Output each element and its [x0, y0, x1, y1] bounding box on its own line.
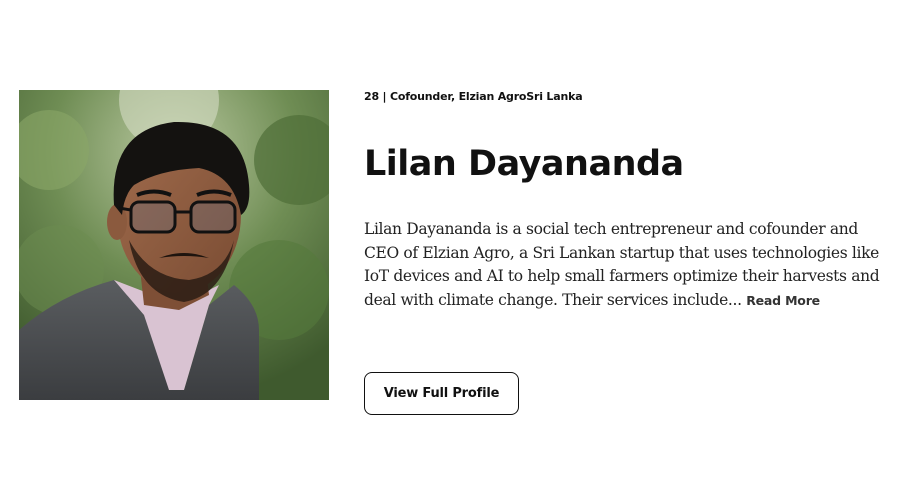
profile-name: Lilan Dayananda: [364, 144, 684, 184]
view-full-profile-button[interactable]: View Full Profile: [364, 372, 519, 415]
profile-card: 28 | Cofounder, Elzian AgroSri Lanka Lil…: [0, 0, 900, 500]
profile-meta: 28 | Cofounder, Elzian AgroSri Lanka: [364, 90, 583, 103]
bio-ellipsis: ...: [727, 290, 742, 309]
profile-content: 28 | Cofounder, Elzian AgroSri Lanka Lil…: [364, 90, 884, 415]
read-more-link[interactable]: Read More: [746, 293, 820, 308]
profile-bio: Lilan Dayananda is a social tech entrepr…: [364, 218, 884, 312]
profile-photo: [19, 90, 329, 400]
